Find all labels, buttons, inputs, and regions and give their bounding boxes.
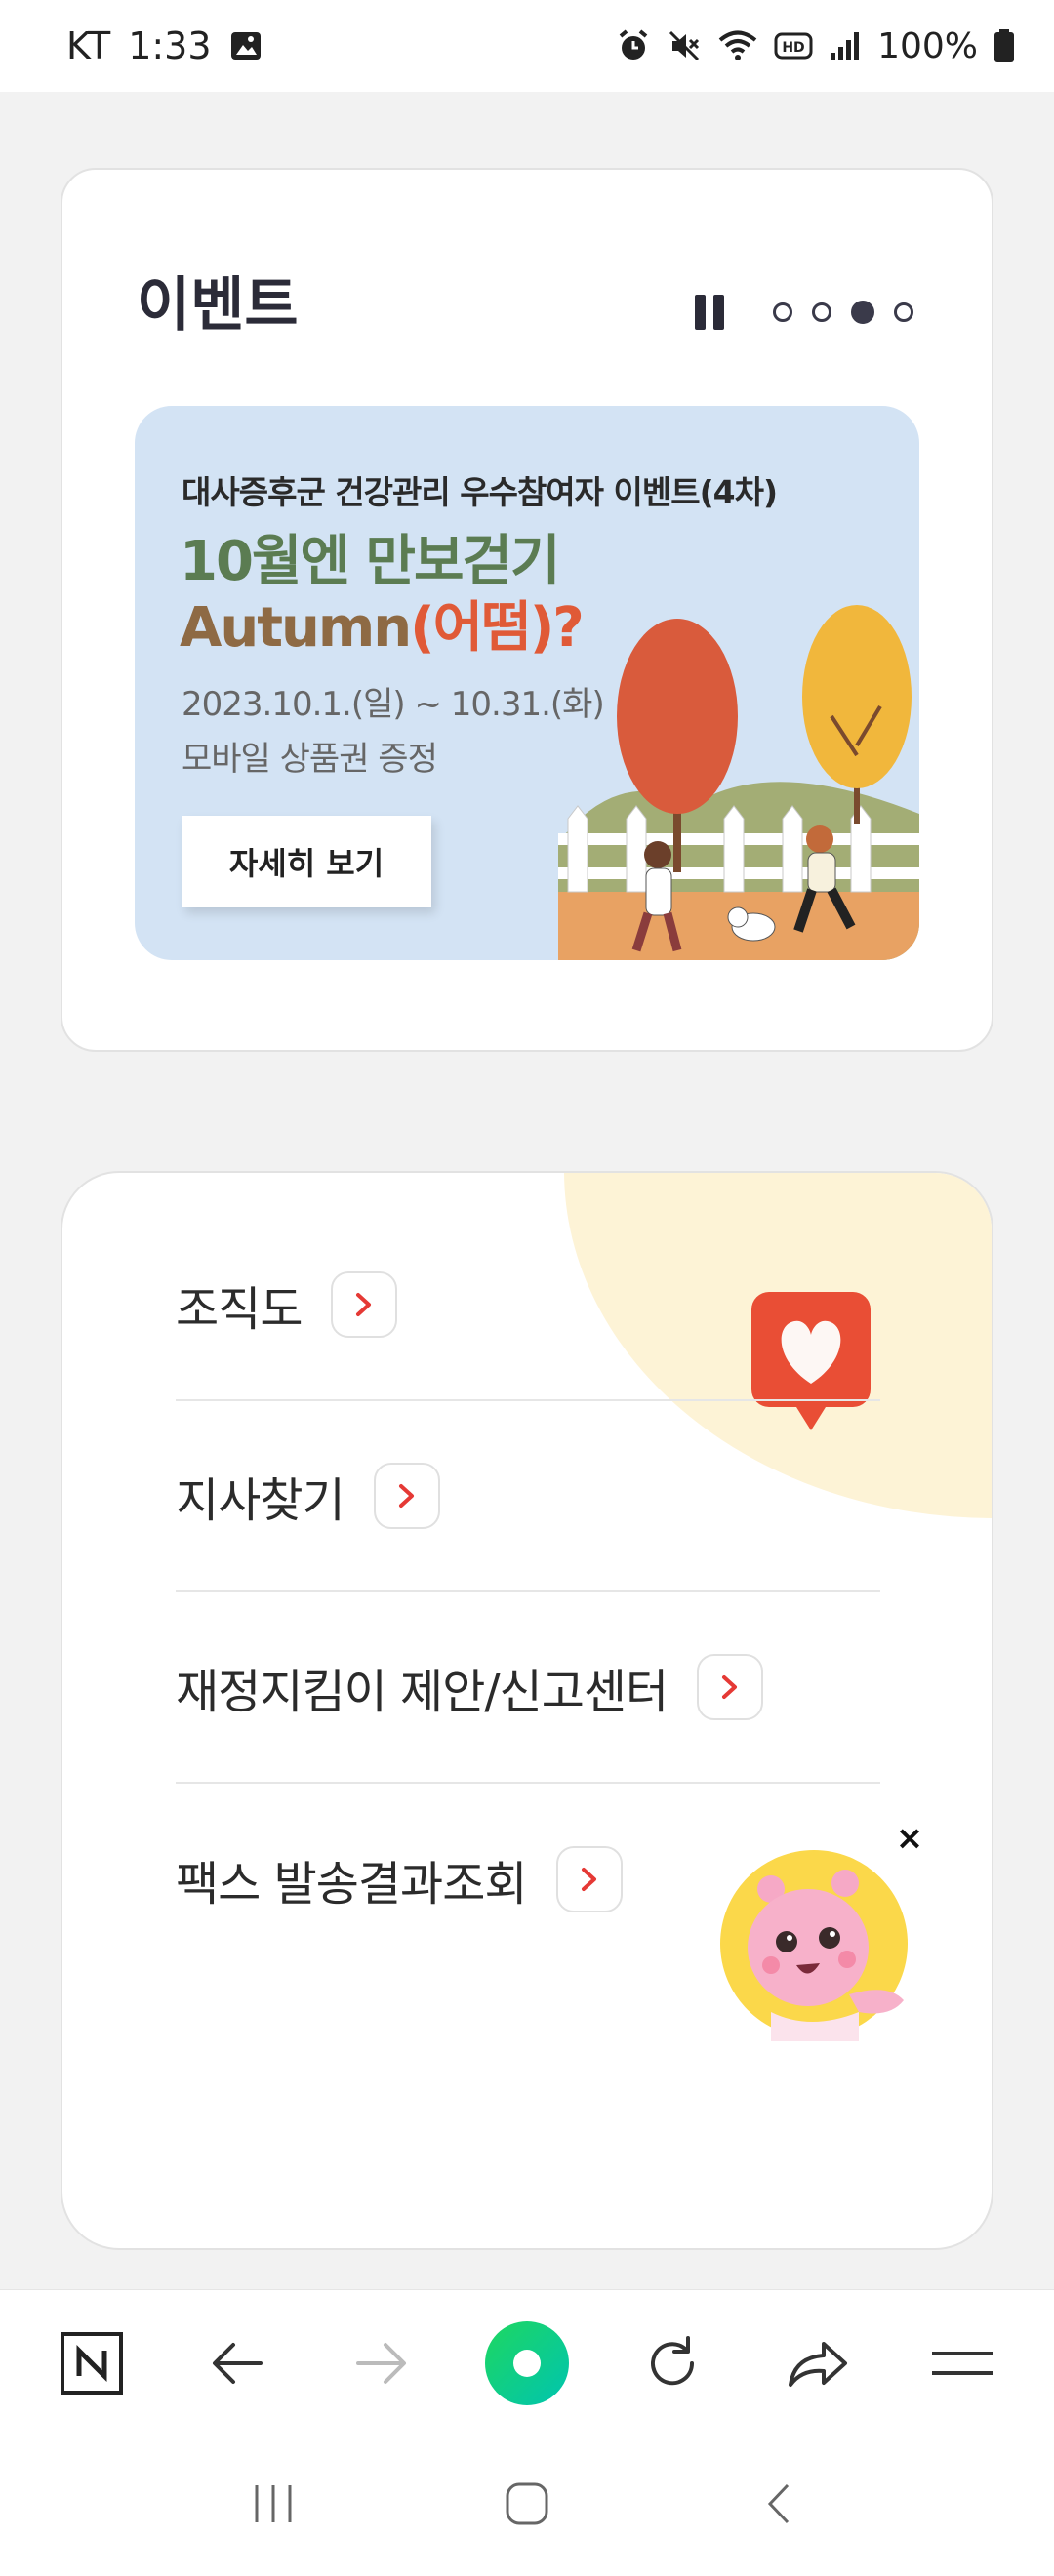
- refresh-icon[interactable]: [624, 2314, 721, 2412]
- menu-item-find-branch[interactable]: 지사찾기: [176, 1401, 880, 1592]
- signal-icon: [829, 29, 862, 62]
- forward-arrow-icon[interactable]: [333, 2314, 430, 2412]
- home-icon[interactable]: [503, 2479, 551, 2532]
- details-button[interactable]: 자세히 보기: [182, 816, 431, 907]
- carousel-controls: [695, 295, 913, 330]
- menu-item-org-chart[interactable]: 조직도: [176, 1210, 880, 1401]
- chevron-right-icon[interactable]: [697, 1654, 764, 1720]
- chevron-right-icon[interactable]: [555, 1846, 623, 1912]
- event-section-title: 이벤트: [137, 271, 299, 340]
- status-left: KT 1:33: [66, 24, 263, 67]
- carousel-dot-4[interactable]: [894, 302, 913, 322]
- menu-item-label: 팩스 발송결과조회: [176, 1857, 528, 1912]
- menu-item-label: 지사찾기: [176, 1473, 345, 1528]
- back-icon[interactable]: [756, 2479, 805, 2532]
- svg-text:HD: HD: [782, 40, 804, 56]
- chevron-right-icon[interactable]: [331, 1271, 398, 1338]
- menu-item-label: 재정지킴이 제안/신고센터: [176, 1665, 669, 1719]
- banner-headline-2a: Autumn: [180, 596, 412, 660]
- banner-date: 2023.10.1.(일) ~ 10.31.(화): [182, 685, 605, 724]
- system-nav-bar: [0, 2435, 1054, 2576]
- status-right: HD 100%: [616, 26, 1015, 66]
- banner-subtitle: 대사증후군 건강관리 우수참여자 이벤트(4차): [182, 473, 778, 511]
- event-card: 이벤트 대사증후군 건강관리 우수참여자 이벤트(4차) 10월엔 만보걷기 A…: [61, 168, 993, 1052]
- autumn-walk-illustration: [558, 605, 919, 960]
- carousel-dot-2[interactable]: [812, 302, 831, 322]
- wifi-icon: [717, 28, 758, 63]
- green-dot-icon[interactable]: [478, 2314, 576, 2412]
- event-banner[interactable]: 대사증후군 건강관리 우수참여자 이벤트(4차) 10월엔 만보걷기 Autum…: [135, 406, 919, 960]
- status-bar: KT 1:33 HD 100%: [0, 0, 1054, 92]
- carrier-label: KT: [66, 24, 111, 67]
- carousel-dot-3[interactable]: [851, 301, 874, 324]
- naver-n-icon[interactable]: [43, 2314, 141, 2412]
- pause-icon[interactable]: [695, 295, 724, 330]
- clock: 1:33: [128, 24, 212, 67]
- banner-headline-2b: (어떰)?: [410, 596, 585, 660]
- menu-card: 조직도 지사찾기 재정지킴이 제안/신고센터 팩스 발송결과조회: [61, 1171, 993, 2250]
- battery-percent: 100%: [877, 25, 978, 66]
- alarm-icon: [616, 28, 651, 63]
- carousel-dot-1[interactable]: [773, 302, 792, 322]
- recent-apps-icon[interactable]: [249, 2479, 298, 2532]
- mascot-character[interactable]: [712, 1846, 917, 2041]
- menu-icon[interactable]: [913, 2314, 1011, 2412]
- hd-icon: HD: [774, 30, 813, 61]
- menu-item-label: 조직도: [176, 1282, 303, 1337]
- image-icon: [229, 29, 263, 62]
- browser-toolbar: [0, 2289, 1054, 2435]
- banner-headline-2: Autumn(어떰)?: [180, 584, 585, 663]
- chevron-right-icon[interactable]: [373, 1463, 440, 1529]
- banner-gift: 모바일 상품권 증정: [182, 740, 438, 779]
- menu-item-report-center[interactable]: 재정지킴이 제안/신고센터: [176, 1592, 880, 1784]
- battery-icon: [993, 28, 1015, 63]
- share-icon[interactable]: [768, 2314, 866, 2412]
- mute-icon: [667, 28, 702, 63]
- back-arrow-icon[interactable]: [188, 2314, 286, 2412]
